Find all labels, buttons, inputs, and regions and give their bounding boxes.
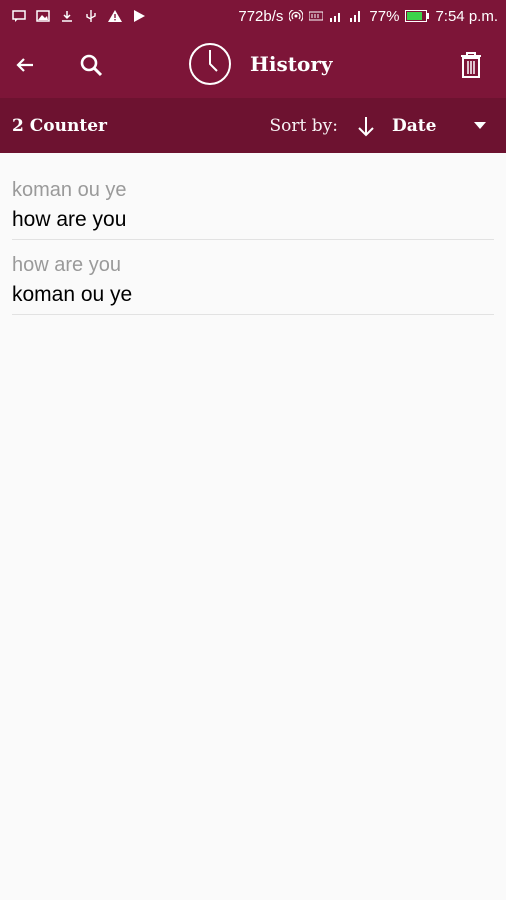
- clock: 7:54 p.m.: [435, 7, 498, 25]
- image-icon: [36, 10, 50, 22]
- network-speed: 772b/s: [238, 7, 284, 25]
- status-left-icons: [12, 10, 146, 22]
- signal-icon-2: [350, 11, 361, 22]
- download-icon: [62, 11, 72, 22]
- page-title: History: [250, 52, 333, 76]
- title-wrap: History: [188, 42, 333, 86]
- play-icon: [134, 10, 145, 22]
- source-text: koman ou ye: [12, 179, 127, 201]
- warning-icon: [108, 10, 122, 22]
- signal-icon: [330, 13, 341, 22]
- trash-icon: [461, 52, 481, 78]
- back-arrow-icon: [16, 58, 33, 72]
- clock-icon: [189, 43, 231, 85]
- translation-text: how are you: [12, 208, 127, 231]
- search-icon: [80, 54, 103, 77]
- status-bar: 772b/s 77% 7:54 p.m.: [0, 0, 506, 32]
- list-item[interactable]: how are you koman ou ye: [12, 248, 494, 315]
- battery-icon: [405, 10, 430, 22]
- delete-button[interactable]: [446, 40, 496, 90]
- history-list: koman ou ye how are you how are you koma…: [0, 153, 506, 315]
- sub-bar: 2 Counter Sort by: Date: [0, 98, 506, 153]
- source-text: how are you: [12, 254, 121, 276]
- translation-text: koman ou ye: [12, 283, 133, 306]
- sort-direction-icon[interactable]: [354, 114, 378, 138]
- sort-label: Sort by:: [269, 115, 338, 136]
- history-counter: 2 Counter: [12, 115, 107, 136]
- back-button[interactable]: [0, 40, 50, 90]
- volte-icon: [309, 11, 324, 21]
- chat-icon: [12, 10, 26, 22]
- list-item[interactable]: koman ou ye how are you: [12, 173, 494, 240]
- usb-icon: [86, 10, 96, 22]
- sort-select[interactable]: Date: [392, 116, 474, 136]
- hotspot-icon: [289, 10, 304, 22]
- app-bar: History: [0, 32, 506, 98]
- sort-control: Sort by: Date: [270, 114, 494, 138]
- battery-percent: 77%: [369, 7, 400, 25]
- status-right: 772b/s 77% 7:54 p.m.: [238, 8, 498, 25]
- search-button[interactable]: [66, 40, 116, 90]
- dropdown-arrow-icon[interactable]: [474, 122, 486, 129]
